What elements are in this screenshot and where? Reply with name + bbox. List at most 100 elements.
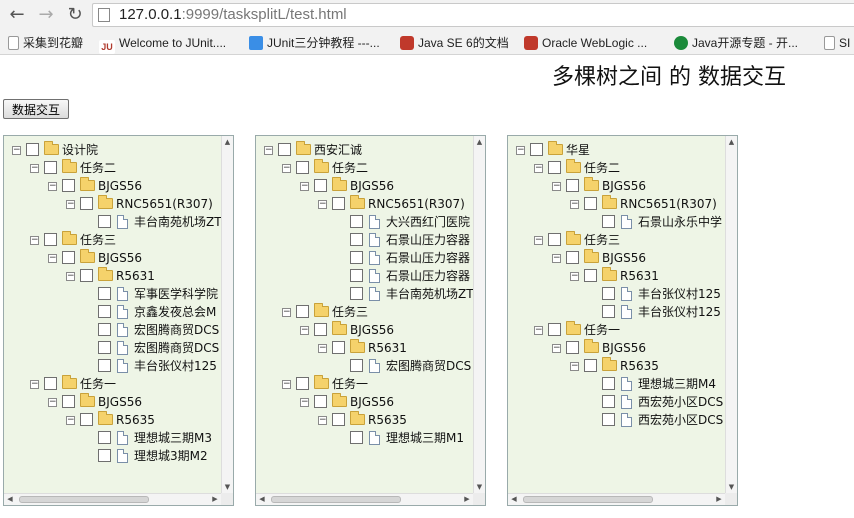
- node-label[interactable]: BJGS56: [602, 249, 646, 267]
- node-checkbox[interactable]: [26, 143, 39, 156]
- node-label[interactable]: 石景山压力容器: [386, 249, 470, 267]
- node-checkbox[interactable]: [350, 233, 363, 246]
- tree-folder-node[interactable]: − BJGS56: [256, 393, 473, 411]
- node-checkbox[interactable]: [350, 251, 363, 264]
- node-checkbox[interactable]: [44, 161, 57, 174]
- node-label[interactable]: 宏图腾商贸DCS: [386, 357, 471, 375]
- tree-folder-node[interactable]: − R5635: [256, 411, 473, 429]
- node-label[interactable]: 设计院: [62, 141, 98, 159]
- collapse-toggle-icon[interactable]: −: [282, 164, 291, 173]
- node-label[interactable]: 丰台南苑机场ZT: [134, 213, 221, 231]
- node-label[interactable]: BJGS56: [602, 339, 646, 357]
- bookmark-item[interactable]: JU Welcome to JUnit....: [99, 35, 226, 54]
- tree-folder-node[interactable]: − BJGS56: [508, 177, 725, 195]
- node-label[interactable]: 任务二: [80, 159, 116, 177]
- node-checkbox[interactable]: [62, 179, 75, 192]
- node-label[interactable]: 理想城三期M4: [638, 375, 716, 393]
- node-checkbox[interactable]: [566, 251, 579, 264]
- node-label[interactable]: 理想城3期M2: [134, 447, 208, 465]
- node-checkbox[interactable]: [602, 395, 615, 408]
- node-label[interactable]: 宏图腾商贸DCS: [134, 339, 219, 357]
- collapse-toggle-icon[interactable]: −: [282, 380, 291, 389]
- collapse-toggle-icon[interactable]: −: [552, 344, 561, 353]
- tree-leaf-node[interactable]: 理想城三期M1: [256, 429, 473, 447]
- node-label[interactable]: 华星: [566, 141, 590, 159]
- node-checkbox[interactable]: [332, 341, 345, 354]
- node-label[interactable]: 任务二: [584, 159, 620, 177]
- node-label[interactable]: 任务三: [332, 303, 368, 321]
- bookmark-item[interactable]: Java SE 6的文档: [400, 35, 509, 51]
- node-label[interactable]: 任务二: [332, 159, 368, 177]
- node-label[interactable]: BJGS56: [350, 393, 394, 411]
- tree-folder-node[interactable]: − BJGS56: [4, 393, 221, 411]
- node-label[interactable]: 理想城三期M1: [386, 429, 464, 447]
- collapse-toggle-icon[interactable]: −: [552, 182, 561, 191]
- node-label[interactable]: 大兴西红门医院: [386, 213, 470, 231]
- tree-leaf-node[interactable]: 西宏苑小区DCS: [508, 411, 725, 429]
- node-checkbox[interactable]: [98, 323, 111, 336]
- collapse-toggle-icon[interactable]: −: [264, 146, 273, 155]
- tree-leaf-node[interactable]: 西宏苑小区DCS: [508, 393, 725, 411]
- node-label[interactable]: 石景山永乐中学: [638, 213, 722, 231]
- node-checkbox[interactable]: [350, 287, 363, 300]
- tree-folder-node[interactable]: − R5631: [4, 267, 221, 285]
- node-checkbox[interactable]: [44, 377, 57, 390]
- node-label[interactable]: 任务一: [584, 321, 620, 339]
- bookmark-item[interactable]: Oracle WebLogic ...: [524, 35, 647, 51]
- tree-leaf-node[interactable]: 石景山压力容器: [256, 231, 473, 249]
- node-label[interactable]: BJGS56: [350, 177, 394, 195]
- tree-folder-node[interactable]: − 华星: [508, 141, 725, 159]
- node-checkbox[interactable]: [602, 413, 615, 426]
- tree-leaf-node[interactable]: 理想城三期M3: [4, 429, 221, 447]
- tree-folder-node[interactable]: − 设计院: [4, 141, 221, 159]
- scroll-left-icon[interactable]: ◀: [256, 494, 268, 505]
- node-checkbox[interactable]: [98, 215, 111, 228]
- node-label[interactable]: RNC5651(R307): [620, 195, 717, 213]
- node-checkbox[interactable]: [80, 197, 93, 210]
- node-label[interactable]: 任务一: [80, 375, 116, 393]
- vertical-scrollbar[interactable]: ▲ ▼: [473, 136, 485, 493]
- collapse-toggle-icon[interactable]: −: [552, 254, 561, 263]
- collapse-toggle-icon[interactable]: −: [66, 272, 75, 281]
- scroll-left-icon[interactable]: ◀: [4, 494, 16, 505]
- horizontal-scrollbar[interactable]: ◀ ▶: [4, 493, 221, 505]
- tree-leaf-node[interactable]: 军事医学科学院: [4, 285, 221, 303]
- scroll-thumb[interactable]: [523, 496, 653, 503]
- tree-leaf-node[interactable]: 京鑫发夜总会M: [4, 303, 221, 321]
- node-checkbox[interactable]: [296, 377, 309, 390]
- horizontal-scrollbar[interactable]: ◀ ▶: [508, 493, 725, 505]
- tree-folder-node[interactable]: − 任务二: [256, 159, 473, 177]
- tree-folder-node[interactable]: − RNC5651(R307): [256, 195, 473, 213]
- collapse-toggle-icon[interactable]: −: [282, 308, 291, 317]
- collapse-toggle-icon[interactable]: −: [318, 200, 327, 209]
- node-checkbox[interactable]: [602, 305, 615, 318]
- node-checkbox[interactable]: [566, 341, 579, 354]
- node-label[interactable]: BJGS56: [98, 177, 142, 195]
- reload-icon[interactable]: ↻: [64, 4, 86, 26]
- node-checkbox[interactable]: [296, 161, 309, 174]
- node-checkbox[interactable]: [98, 341, 111, 354]
- bookmark-item[interactable]: 采集到花瓣: [8, 35, 83, 51]
- node-label[interactable]: R5635: [116, 411, 155, 429]
- tree-leaf-node[interactable]: 宏图腾商贸DCS: [256, 357, 473, 375]
- address-bar[interactable]: 127.0.0.1:9999/tasksplitL/test.html: [92, 3, 854, 27]
- data-swap-button[interactable]: 数据交互: [3, 99, 69, 119]
- node-checkbox[interactable]: [62, 251, 75, 264]
- tree-leaf-node[interactable]: 丰台南苑机场ZT: [256, 285, 473, 303]
- node-checkbox[interactable]: [80, 413, 93, 426]
- node-checkbox[interactable]: [530, 143, 543, 156]
- node-checkbox[interactable]: [98, 359, 111, 372]
- bookmark-item[interactable]: SI: [824, 35, 850, 51]
- tree-leaf-node[interactable]: 宏图腾商贸DCS: [4, 321, 221, 339]
- node-checkbox[interactable]: [332, 197, 345, 210]
- tree-folder-node[interactable]: − BJGS56: [256, 321, 473, 339]
- tree-folder-node[interactable]: − 任务三: [256, 303, 473, 321]
- node-checkbox[interactable]: [62, 395, 75, 408]
- collapse-toggle-icon[interactable]: −: [300, 182, 309, 191]
- node-label[interactable]: BJGS56: [98, 249, 142, 267]
- scroll-up-icon[interactable]: ▲: [726, 136, 737, 148]
- node-label[interactable]: 西安汇诚: [314, 141, 362, 159]
- bookmark-item[interactable]: JUnit三分钟教程 ---...: [249, 35, 380, 51]
- tree-leaf-node[interactable]: 石景山永乐中学: [508, 213, 725, 231]
- node-checkbox[interactable]: [314, 395, 327, 408]
